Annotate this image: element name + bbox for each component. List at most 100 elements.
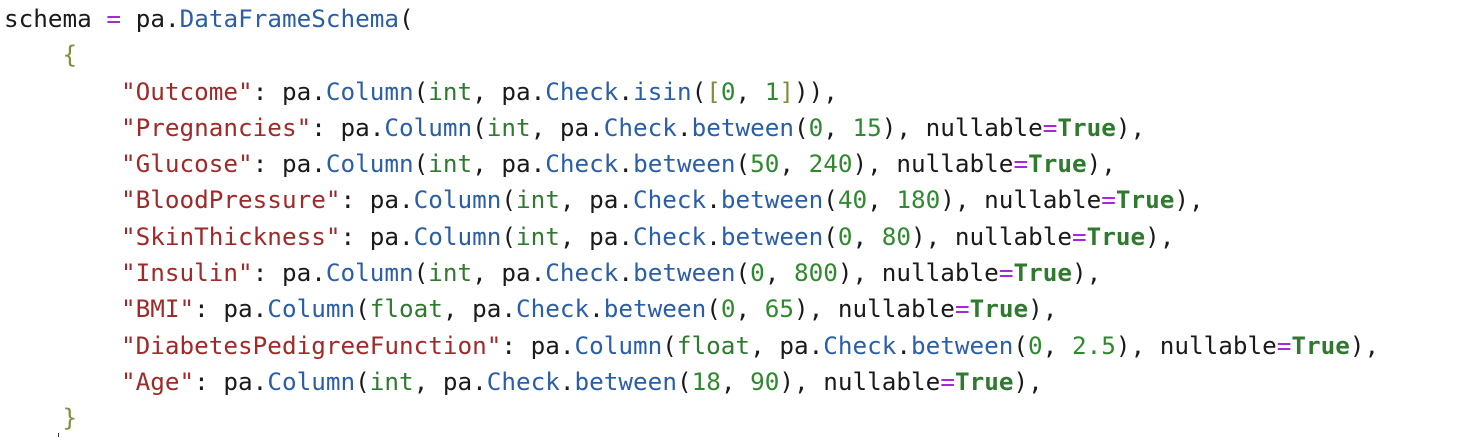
code-line: } bbox=[4, 400, 1480, 436]
identifier-token: Check bbox=[545, 149, 619, 179]
punctuation-token: ( bbox=[823, 221, 838, 251]
keyword-token: True bbox=[1057, 112, 1116, 142]
text-cursor bbox=[58, 433, 65, 437]
code-text: . bbox=[589, 294, 604, 324]
identifier-token: Column bbox=[574, 330, 663, 360]
identifier-token: Check bbox=[633, 185, 707, 215]
bracket-token: ] bbox=[779, 76, 795, 106]
string-literal: "Pregnancies" bbox=[121, 112, 312, 142]
keyword-token: True bbox=[1086, 221, 1146, 251]
punctuation-token: ( bbox=[823, 185, 838, 215]
code-line: "Age": pa.Column(int, pa.Check.between(1… bbox=[4, 364, 1480, 400]
identifier-token: Check bbox=[545, 76, 619, 106]
builtin-type: int bbox=[516, 221, 560, 251]
code-text: . bbox=[618, 149, 634, 179]
code-line: "DiabetesPedigreeFunction": pa.Column(fl… bbox=[4, 328, 1480, 364]
operator-token: = bbox=[1042, 112, 1058, 142]
number-literal: 2.5 bbox=[1071, 330, 1116, 360]
builtin-type: int bbox=[428, 76, 473, 106]
identifier-token: between bbox=[633, 149, 736, 179]
identifier-token: Check bbox=[633, 221, 707, 251]
code-text: ), nullable bbox=[881, 112, 1043, 142]
code-text: , bbox=[735, 294, 765, 324]
string-literal: "Age" bbox=[121, 366, 195, 396]
string-literal: "BloodPressure" bbox=[121, 185, 341, 215]
code-text: ), nullable bbox=[852, 149, 1014, 179]
identifier-token: Column bbox=[413, 221, 502, 251]
code-line: "SkinThickness": pa.Column(int, pa.Check… bbox=[4, 219, 1480, 255]
builtin-type: int bbox=[428, 258, 473, 288]
code-text: ), nullable bbox=[911, 221, 1072, 251]
punctuation-token: ( bbox=[662, 330, 677, 360]
punctuation-token: ), bbox=[1086, 149, 1116, 179]
number-literal: 90 bbox=[750, 366, 780, 396]
builtin-type: int bbox=[516, 185, 560, 215]
code-text: schema bbox=[4, 4, 92, 33]
number-literal: 800 bbox=[794, 258, 838, 288]
code-text: ), nullable bbox=[779, 366, 941, 396]
code-text: pa. bbox=[121, 4, 180, 33]
punctuation-token: ( bbox=[793, 112, 809, 142]
code-text: , pa. bbox=[442, 294, 517, 324]
brace-token: } bbox=[62, 403, 78, 433]
code-text: , bbox=[867, 185, 897, 215]
punctuation-token: ( bbox=[691, 76, 707, 106]
punctuation-token: ( bbox=[355, 366, 370, 396]
code-text: : pa. bbox=[311, 112, 385, 142]
builtin-type: float bbox=[369, 294, 443, 324]
identifier-token: Column bbox=[325, 149, 414, 179]
operator-token: = bbox=[1071, 221, 1087, 251]
code-text: , bbox=[764, 258, 795, 288]
identifier-token: Check bbox=[516, 294, 590, 324]
code-text: , bbox=[823, 112, 853, 142]
code-text: , bbox=[1042, 330, 1072, 360]
number-literal: 0 bbox=[1028, 330, 1043, 360]
operator-token: = bbox=[1101, 185, 1116, 215]
builtin-type: int bbox=[428, 149, 473, 179]
identifier-token: Column bbox=[413, 185, 502, 215]
operator-token: = bbox=[954, 294, 970, 324]
punctuation-token: ( bbox=[501, 185, 517, 215]
identifier-token: Check bbox=[545, 258, 619, 288]
punctuation-token: ), bbox=[1349, 330, 1380, 360]
code-editor[interactable]: schema = pa.DataFrameSchema( { "Outcome"… bbox=[0, 0, 1480, 440]
code-text: : pa. bbox=[252, 258, 326, 288]
code-line: { bbox=[4, 37, 1480, 73]
keyword-token: True bbox=[1013, 258, 1072, 288]
number-literal: 0 bbox=[808, 112, 824, 142]
string-literal: "SkinThickness" bbox=[121, 221, 341, 251]
number-literal: 65 bbox=[764, 294, 795, 324]
punctuation-token: ( bbox=[735, 258, 751, 288]
number-literal: 0 bbox=[720, 294, 736, 324]
keyword-token: True bbox=[954, 366, 1014, 396]
punctuation-token: ), bbox=[1115, 112, 1146, 142]
builtin-type: int bbox=[486, 112, 531, 142]
code-text: ), nullable bbox=[794, 294, 955, 324]
identifier-token: between bbox=[574, 366, 677, 396]
code-text: , pa. bbox=[472, 76, 546, 106]
code-line: schema = pa.DataFrameSchema( bbox=[4, 1, 1480, 37]
identifier-token: between bbox=[691, 112, 794, 142]
number-literal: 0 bbox=[750, 258, 765, 288]
punctuation-token: ( bbox=[413, 76, 429, 106]
code-text: ), nullable bbox=[837, 258, 999, 288]
code-text: , bbox=[779, 149, 809, 179]
code-text: , bbox=[852, 221, 882, 251]
identifier-token: Column bbox=[267, 294, 356, 324]
code-line: "Pregnancies": pa.Column(int, pa.Check.b… bbox=[4, 110, 1480, 146]
code-line: "Insulin": pa.Column(int, pa.Check.betwe… bbox=[4, 255, 1480, 291]
code-text: . bbox=[618, 258, 634, 288]
punctuation-token: ( bbox=[472, 112, 487, 142]
punctuation-token: ( bbox=[413, 258, 429, 288]
punctuation-token: ( bbox=[735, 149, 751, 179]
keyword-token: True bbox=[1115, 185, 1175, 215]
string-literal: "BMI" bbox=[121, 294, 195, 324]
code-text: : pa. bbox=[252, 149, 326, 179]
identifier-token: between bbox=[910, 330, 1014, 360]
punctuation-token: ), bbox=[1071, 258, 1102, 288]
